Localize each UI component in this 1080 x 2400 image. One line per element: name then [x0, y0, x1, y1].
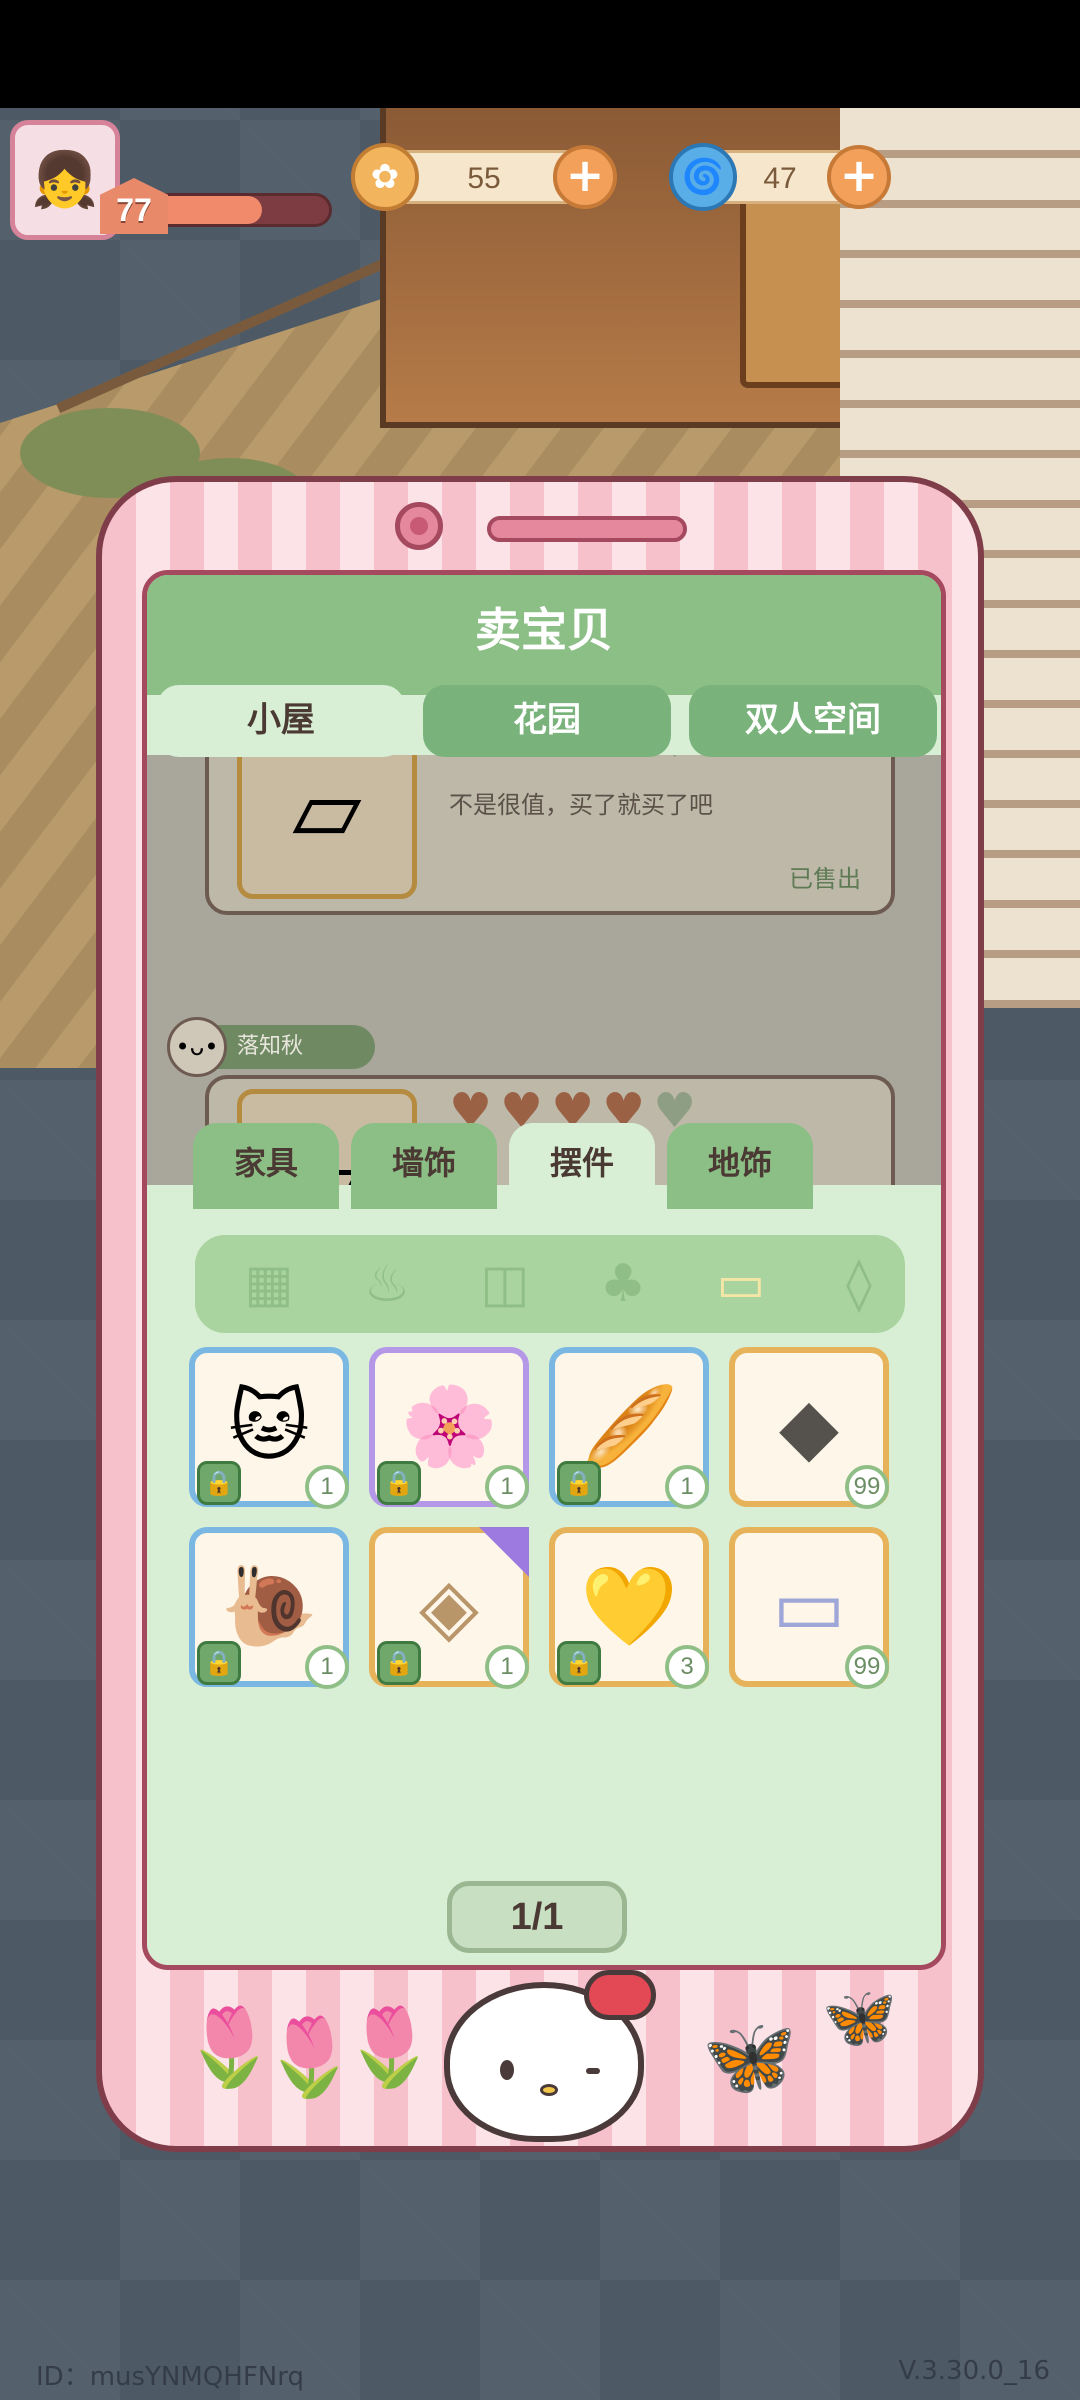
- page-title: 卖宝贝: [475, 603, 613, 657]
- kitty-nose: [540, 2084, 558, 2096]
- gem-counter: 🌀 47 +: [669, 143, 891, 211]
- lock-icon: 🔒: [377, 1641, 421, 1685]
- tab-wall-decor[interactable]: 墙饰: [351, 1123, 497, 1209]
- item-slot[interactable]: ◈ 🔒 1: [369, 1527, 529, 1689]
- bottle-icon[interactable]: ◊: [815, 1241, 903, 1327]
- seller-tag: •ᴗ• 落知秋: [167, 1017, 375, 1077]
- phone-camera: [395, 502, 443, 550]
- coin-value: 55: [467, 162, 501, 195]
- inventory-panel: ▦ ♨ ◫ ♣ ▭ ◊ 🐱 🔒 1 🌸 🔒 1 🥖 🔒 1 ◆ 99 🐌 🔒 1…: [147, 1199, 941, 1965]
- phone-speaker: [487, 516, 687, 542]
- grid-icon[interactable]: ▦: [225, 1241, 313, 1327]
- add-coins-button[interactable]: +: [553, 145, 617, 209]
- tab-cabin[interactable]: 小屋: [157, 685, 405, 757]
- item-slot[interactable]: ◆ 99: [729, 1347, 889, 1509]
- phone-screen: 卖宝贝 小屋 花园 双人空间 ▱ ♥♥♥♥♥ 不是很值，买了就买了吧 已售出 •…: [142, 570, 946, 1970]
- seller-avatar: •ᴗ•: [167, 1017, 227, 1077]
- item-slot[interactable]: ▭ 99: [729, 1527, 889, 1689]
- status-bar: [0, 0, 1080, 108]
- xp-bar: [150, 193, 332, 227]
- lock-icon: 🔒: [197, 1461, 241, 1505]
- cup-icon[interactable]: ◫: [461, 1241, 549, 1327]
- heart-icon: ♥: [602, 755, 653, 769]
- page-indicator[interactable]: 1/1: [447, 1881, 627, 1953]
- tab-ornaments[interactable]: 摆件: [509, 1123, 655, 1209]
- coin-icon: ✿: [351, 143, 419, 211]
- girl-face-icon: 👧: [31, 148, 99, 211]
- tab-furniture[interactable]: 家具: [193, 1123, 339, 1209]
- item-count: 1: [485, 1645, 529, 1689]
- lock-icon: 🔒: [377, 1461, 421, 1505]
- heart-empty-icon: ♥: [653, 755, 704, 769]
- coin-counter: ✿ 55 +: [351, 143, 617, 211]
- xp-bar-fill: [153, 196, 263, 224]
- item-slot[interactable]: 🌸 🔒 1: [369, 1347, 529, 1509]
- sale-item-frame: ▱: [237, 755, 417, 899]
- scene-door: [740, 188, 850, 388]
- swirl-icon: 🌀: [669, 143, 737, 211]
- kitty-bow-icon: [584, 1970, 656, 2020]
- title-bar: 卖宝贝: [147, 575, 941, 695]
- lamp-icon[interactable]: ♣: [579, 1241, 667, 1327]
- item-slot[interactable]: 🥖 🔒 1: [549, 1347, 709, 1509]
- pillow-icon[interactable]: ▭: [697, 1241, 785, 1327]
- item-count: 99: [845, 1645, 889, 1689]
- tab-garden[interactable]: 花园: [423, 685, 671, 757]
- heart-icon: ♥: [449, 755, 500, 769]
- item-count: 1: [485, 1465, 529, 1509]
- kitty-eye: [586, 2068, 600, 2074]
- item-slot[interactable]: 🐱 🔒 1: [189, 1347, 349, 1509]
- sale-list[interactable]: ▱ ♥♥♥♥♥ 不是很值，买了就买了吧 已售出 •ᴗ• 落知秋 ▱ ♥♥♥♥♥: [147, 755, 941, 1185]
- item-count: 1: [305, 1465, 349, 1509]
- butterfly-icon: 🦋: [822, 1983, 897, 2053]
- tulip-icon: 🌷: [342, 2002, 437, 2091]
- item-count: 3: [665, 1645, 709, 1689]
- heart-icon: ♥: [551, 755, 602, 769]
- item-slot[interactable]: 💛 🔒 3: [549, 1527, 709, 1689]
- lock-icon: 🔒: [557, 1461, 601, 1505]
- tab-floor-decor[interactable]: 地饰: [667, 1123, 813, 1209]
- gem-value: 47: [763, 162, 797, 195]
- item-slot[interactable]: 🐌 🔒 1: [189, 1527, 349, 1689]
- sale-status: 已售出: [789, 865, 861, 893]
- add-gems-button[interactable]: +: [827, 145, 891, 209]
- hello-kitty-icon: [444, 1970, 656, 2142]
- cushion-icon: ▱: [292, 756, 362, 862]
- subcategory-bar: ▦ ♨ ◫ ♣ ▭ ◊: [195, 1235, 905, 1333]
- item-count: 1: [305, 1645, 349, 1689]
- heart-icon: ♥: [500, 755, 551, 769]
- tab-couple-space[interactable]: 双人空间: [689, 685, 937, 757]
- item-count: 99: [845, 1465, 889, 1509]
- seller-name: 落知秋: [237, 1034, 304, 1059]
- sale-description: 不是很值，买了就买了吧: [449, 791, 713, 819]
- item-count: 1: [665, 1465, 709, 1509]
- kitty-eye: [500, 2060, 514, 2080]
- lock-icon: 🔒: [197, 1641, 241, 1685]
- lock-icon: 🔒: [557, 1641, 601, 1685]
- version-label: V.3.30.0_16: [898, 2356, 1050, 2386]
- user-id: ID：musYNMQHFNrq: [36, 2362, 304, 2392]
- butterfly-icon: 🦋: [702, 2012, 797, 2101]
- sale-card[interactable]: ▱ ♥♥♥♥♥ 不是很值，买了就买了吧 已售出: [205, 755, 895, 915]
- value-hearts: ♥♥♥♥♥: [449, 755, 704, 769]
- pot-icon[interactable]: ♨: [343, 1241, 431, 1327]
- phone-frame: 卖宝贝 小屋 花园 双人空间 ▱ ♥♥♥♥♥ 不是很值，买了就买了吧 已售出 •…: [96, 476, 984, 2152]
